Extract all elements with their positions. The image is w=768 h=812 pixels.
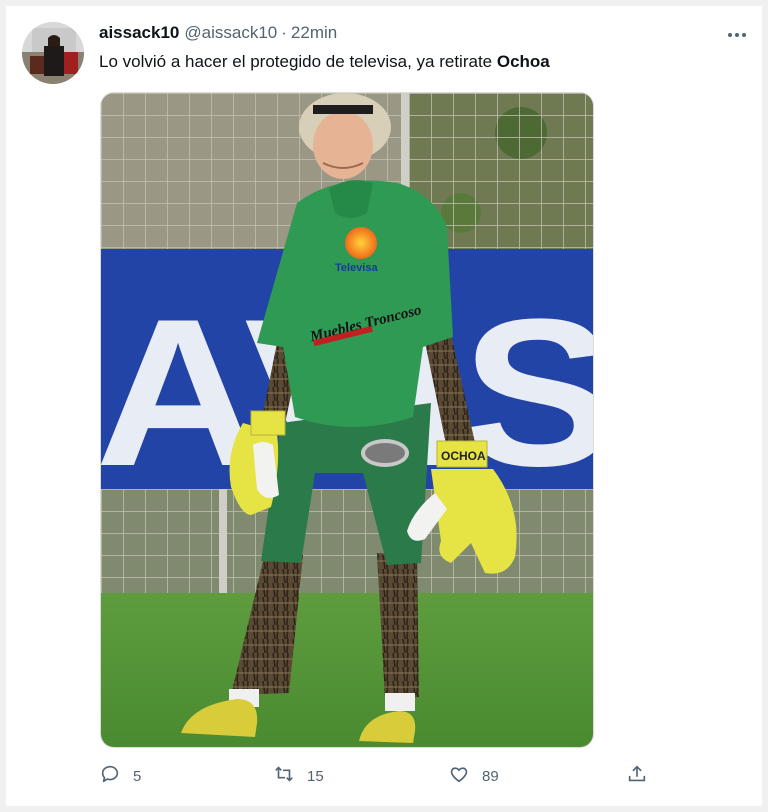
tweet-text-body: Lo volvió a hacer el protegido de televi… — [99, 52, 497, 71]
retweet-button[interactable]: 15 — [273, 764, 324, 788]
display-name[interactable]: aissack10 — [99, 23, 179, 43]
more-options-button[interactable] — [719, 25, 755, 45]
shirt-logo-text: Televisa — [335, 262, 378, 274]
tweet-card[interactable]: aissack10 @aissack10 · 22min Lo volvió a… — [6, 6, 762, 806]
reply-button[interactable]: 5 — [99, 764, 141, 788]
timestamp[interactable]: 22min — [291, 23, 337, 43]
tweet-media-image[interactable]: AVIS — [100, 92, 594, 748]
heart-icon — [448, 763, 470, 789]
tweet-actions: 5 15 89 — [99, 764, 659, 788]
separator-dot: · — [281, 23, 287, 42]
user-handle[interactable]: @aissack10 — [184, 23, 277, 43]
tweet-text-bold: Ochoa — [496, 52, 550, 71]
retweet-icon — [273, 763, 295, 789]
like-count: 89 — [482, 767, 499, 785]
tweet-header: aissack10 @aissack10 · 22min — [99, 23, 337, 45]
share-button[interactable] — [626, 764, 648, 788]
comment-icon — [99, 763, 121, 789]
reply-count: 5 — [133, 767, 142, 785]
share-icon — [626, 763, 648, 789]
ellipsis-icon — [728, 33, 732, 37]
like-button[interactable]: 89 — [448, 764, 499, 788]
glove-text: OCHOA — [441, 449, 486, 463]
retweet-count: 15 — [307, 767, 324, 785]
avatar[interactable] — [22, 22, 84, 84]
tweet-text: Lo volvió a hacer el protegido de televi… — [99, 52, 550, 72]
